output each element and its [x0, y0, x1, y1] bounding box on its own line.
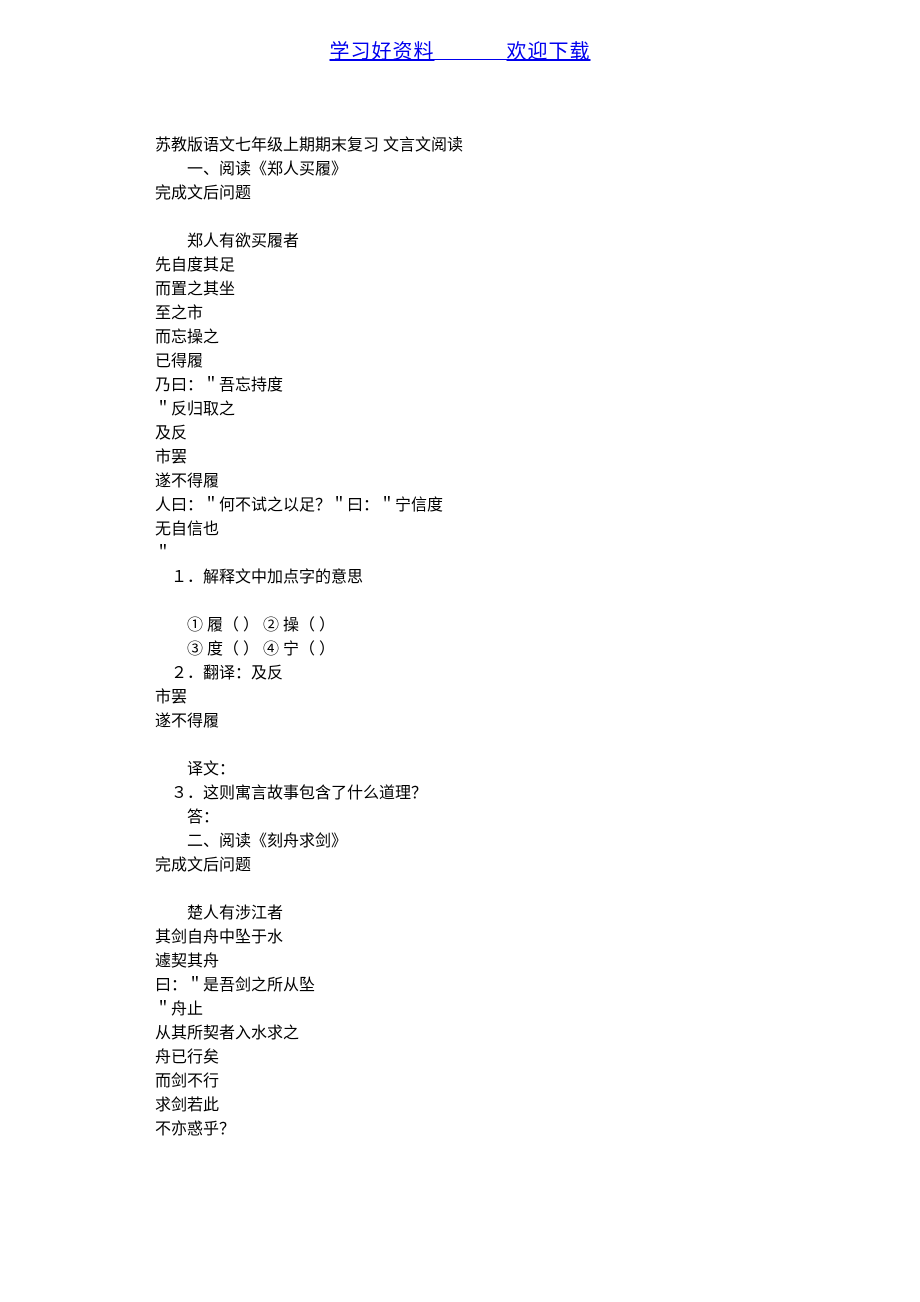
passage-2-line: 楚人有涉江者 — [155, 902, 765, 926]
question-1-options: ③ 度（ ） ④ 宁（ ） — [155, 638, 765, 662]
question-3-answer-label: 答： — [155, 806, 765, 830]
passage-2-line: 而剑不行 — [155, 1070, 765, 1094]
doc-title: 苏教版语文七年级上期期末复习 文言文阅读 — [155, 134, 765, 158]
passage-1-line: 无自信也 — [155, 518, 765, 542]
question-2: ２．翻译：及反 — [155, 662, 765, 686]
passage-2-line: 不亦惑乎？ — [155, 1118, 765, 1142]
question-2-line: 市罢 — [155, 686, 765, 710]
passage-1-line: 人曰：＂何不试之以足？＂曰：＂宁信度 — [155, 494, 765, 518]
passage-1-line: ＂ — [155, 542, 765, 566]
header-link-left[interactable]: 学习好资料 — [330, 41, 435, 63]
question-2-line: 遂不得履 — [155, 710, 765, 734]
page-header: 学习好资料 欢迎下载 — [0, 0, 920, 84]
passage-2-line: 曰：＂是吾剑之所从坠 — [155, 974, 765, 998]
section-2-subtitle: 完成文后问题 — [155, 854, 765, 878]
question-3: ３．这则寓言故事包含了什么道理？ — [155, 782, 765, 806]
question-2-answer-label: 译文： — [155, 758, 765, 782]
passage-1-line: ＂反归取之 — [155, 398, 765, 422]
header-link-right[interactable]: 欢迎下载 — [507, 41, 591, 63]
passage-1-line: 已得履 — [155, 350, 765, 374]
passage-1-line: 先自度其足 — [155, 254, 765, 278]
passage-1-line: 市罢 — [155, 446, 765, 470]
section-2-heading: 二、阅读《刻舟求剑》 — [155, 830, 765, 854]
passage-1-line: 郑人有欲买履者 — [155, 230, 765, 254]
blank-line — [155, 590, 765, 614]
passage-1-line: 及反 — [155, 422, 765, 446]
blank-line — [155, 734, 765, 758]
passage-2-line: 其剑自舟中坠于水 — [155, 926, 765, 950]
passage-1-line: 至之市 — [155, 302, 765, 326]
question-1-options: ① 履（ ） ② 操（ ） — [155, 614, 765, 638]
passage-2-line: 舟已行矣 — [155, 1046, 765, 1070]
question-1: １．解释文中加点字的意思 — [155, 566, 765, 590]
passage-1-line: 遂不得履 — [155, 470, 765, 494]
passage-1-line: 乃曰：＂吾忘持度 — [155, 374, 765, 398]
passage-1-line: 而忘操之 — [155, 326, 765, 350]
blank-line — [155, 206, 765, 230]
document-body: 苏教版语文七年级上期期末复习 文言文阅读 一、阅读《郑人买履》 完成文后问题 郑… — [0, 84, 920, 1142]
section-1-heading: 一、阅读《郑人买履》 — [155, 158, 765, 182]
passage-2-line: ＂舟止 — [155, 998, 765, 1022]
blank-line — [155, 878, 765, 902]
passage-2-line: 遽契其舟 — [155, 950, 765, 974]
passage-1-line: 而置之其坐 — [155, 278, 765, 302]
passage-2-line: 求剑若此 — [155, 1094, 765, 1118]
header-dashes — [435, 45, 507, 62]
passage-2-line: 从其所契者入水求之 — [155, 1022, 765, 1046]
section-1-subtitle: 完成文后问题 — [155, 182, 765, 206]
